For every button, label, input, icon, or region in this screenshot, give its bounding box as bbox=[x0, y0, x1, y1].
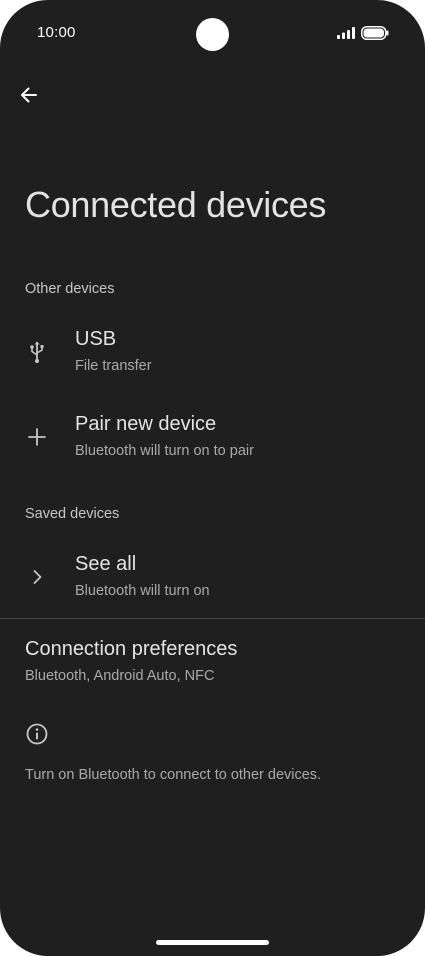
home-indicator[interactable] bbox=[156, 940, 269, 945]
list-item-see-all[interactable]: See all Bluetooth will turn on bbox=[0, 543, 425, 615]
camera-cutout bbox=[196, 18, 229, 51]
usb-icon bbox=[25, 340, 49, 364]
status-icons bbox=[337, 26, 389, 40]
status-time: 10:00 bbox=[37, 24, 76, 41]
plus-icon bbox=[25, 425, 49, 449]
footer-text: Turn on Bluetooth to connect to other de… bbox=[25, 767, 322, 783]
list-item-title: See all bbox=[75, 553, 137, 575]
status-bar: 10:00 bbox=[0, 0, 425, 68]
divider bbox=[0, 618, 425, 619]
list-item-title: Pair new device bbox=[75, 413, 217, 435]
info-icon bbox=[25, 722, 49, 746]
list-item-subtitle: File transfer bbox=[75, 358, 152, 374]
list-item-usb[interactable]: USB File transfer bbox=[0, 318, 425, 390]
list-item-subtitle: Bluetooth will turn on bbox=[75, 583, 210, 599]
battery-icon bbox=[361, 26, 389, 40]
signal-icon bbox=[337, 27, 355, 39]
chevron-right-icon bbox=[25, 565, 49, 589]
connection-preferences-subtitle: Bluetooth, Android Auto, NFC bbox=[25, 668, 215, 684]
page-title: Connected devices bbox=[25, 184, 327, 225]
list-item-pair-new-device[interactable]: Pair new device Bluetooth will turn on t… bbox=[0, 403, 425, 475]
list-item-title: USB bbox=[75, 328, 117, 350]
section-header-other-devices: Other devices bbox=[25, 281, 115, 297]
list-item-subtitle: Bluetooth will turn on to pair bbox=[75, 443, 254, 459]
connection-preferences-item[interactable]: Connection preferences Bluetooth, Androi… bbox=[0, 628, 425, 696]
section-header-saved-devices: Saved devices bbox=[25, 506, 120, 522]
back-button[interactable] bbox=[14, 82, 44, 112]
phone-screen: 10:00 Connected devices Other devices US… bbox=[0, 0, 425, 956]
connection-preferences-title: Connection preferences bbox=[25, 638, 238, 660]
arrow-back-icon bbox=[19, 85, 39, 110]
